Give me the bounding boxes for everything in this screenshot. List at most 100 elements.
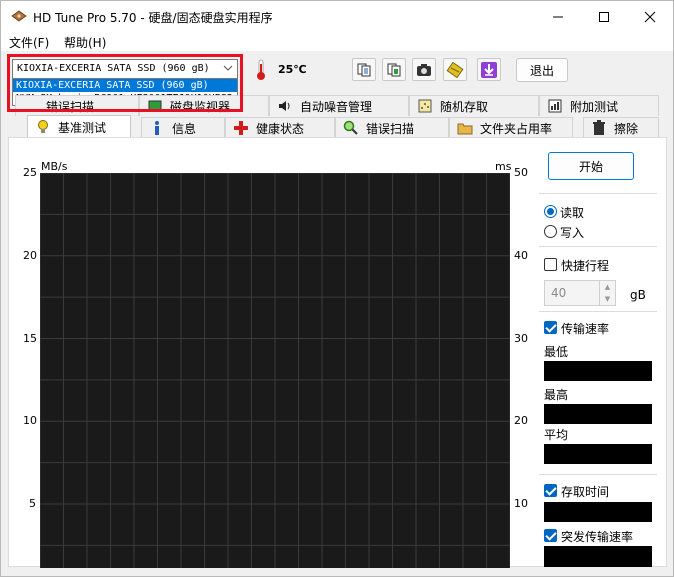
tab-random-access[interactable]: 随机存取 (409, 95, 539, 116)
close-icon (644, 11, 656, 22)
drive-select[interactable]: KIOXIA-EXCERIA SATA SSD (960 gB) (12, 59, 238, 79)
chevron-up-icon[interactable]: ▲ (600, 281, 615, 293)
chevron-down-icon[interactable]: ▼ (600, 293, 615, 305)
extra-tests-icon (546, 98, 564, 114)
min-value-box (544, 361, 652, 381)
burst-rate-checkbox[interactable] (544, 529, 557, 542)
transfer-rate-checkbox[interactable] (544, 321, 557, 334)
tab-label: 基准测试 (58, 120, 107, 135)
start-button[interactable]: 开始 (548, 152, 634, 180)
tab-label: 自动噪音管理 (300, 99, 373, 114)
info-icon (148, 120, 166, 136)
lightbulb-icon (34, 119, 52, 135)
left-tick-label: 15 (23, 331, 37, 345)
menu-file[interactable]: 文件(F) (9, 34, 49, 51)
drive-select-value: KIOXIA-EXCERIA SATA SSD (960 gB) (17, 63, 210, 74)
right-tick-label: 50 (514, 166, 528, 179)
hardware-icon (446, 61, 464, 78)
hardware-button[interactable] (443, 58, 467, 81)
camera-icon (417, 63, 431, 76)
app-icon (11, 10, 27, 22)
burst-rate-label: 突发传输速率 (561, 530, 634, 544)
left-tick-label: 20 (23, 248, 37, 262)
health-cross-icon (232, 120, 250, 136)
avg-label: 平均 (544, 428, 569, 442)
temperature-readout: 25℃ (278, 63, 307, 76)
title-bar: HD Tune Pro 5.70 - 硬盘/固态硬盘实用程序 (1, 1, 673, 32)
divider (539, 246, 657, 247)
access-time-label: 存取时间 (561, 485, 610, 499)
right-tick-label: 30 (514, 331, 528, 345)
download-icon (481, 61, 497, 78)
maximize-icon (599, 11, 609, 22)
left-tick-label: 25 (23, 166, 37, 179)
quick-run-checkbox[interactable] (544, 258, 557, 271)
left-axis-unit: MB/s (41, 160, 68, 173)
save-button[interactable] (477, 58, 501, 81)
drive-option-kioxia[interactable]: KIOXIA-EXCERIA SATA SSD (960 gB) (13, 79, 237, 92)
tab-label: 磁盘监视器 (170, 99, 231, 114)
access-time-checkbox[interactable] (544, 484, 557, 497)
tab-health[interactable]: 健康状态 (225, 117, 335, 138)
copy-text-icon (357, 63, 371, 76)
trash-icon (590, 120, 608, 136)
divider (539, 193, 657, 194)
tab-error-scan-back[interactable]: 错误扫描 (15, 95, 139, 116)
right-tick-label: 10 (514, 497, 528, 510)
random-access-icon (416, 98, 434, 114)
screenshot-button[interactable] (412, 58, 436, 81)
tab-label: 信息 (172, 121, 197, 136)
access-time-value-box (544, 502, 652, 522)
quick-run-label: 快捷行程 (561, 259, 610, 273)
minimize-icon (553, 16, 563, 17)
exit-button[interactable]: 退出 (516, 58, 568, 82)
copy-image-icon (387, 63, 401, 76)
left-tick-label: 5 (29, 497, 36, 510)
max-label: 最高 (544, 388, 569, 402)
tab-extra-tests[interactable]: 附加测试 (539, 95, 659, 116)
right-axis-unit: ms (495, 160, 512, 173)
copy-text-button[interactable] (352, 58, 376, 81)
tab-label: 文件夹占用率 (480, 121, 553, 136)
min-label: 最低 (544, 345, 569, 359)
minimize-button[interactable] (535, 1, 581, 32)
maximize-button[interactable] (581, 1, 627, 32)
tab-label: 健康状态 (256, 121, 305, 136)
tab-label: 附加测试 (570, 99, 619, 114)
benchmark-chart (40, 173, 510, 568)
folder-icon (456, 120, 474, 136)
quick-run-value: 40 (551, 286, 567, 300)
thermometer-icon (257, 59, 265, 80)
quick-run-unit: gB (630, 288, 646, 302)
avg-value-box (544, 444, 652, 464)
right-tick-label: 20 (514, 414, 528, 428)
monitor-icon (146, 98, 164, 114)
tab-disk-monitor[interactable]: 磁盘监视器 (139, 95, 269, 116)
stepper-buttons[interactable]: ▲ ▼ (599, 281, 615, 305)
tab-error-scan[interactable]: 错误扫描 (335, 117, 449, 138)
tab-aam[interactable]: 自动噪音管理 (269, 95, 409, 116)
write-radio[interactable] (544, 225, 557, 238)
read-label: 读取 (560, 206, 585, 220)
chevron-down-icon (223, 65, 233, 71)
window-title: HD Tune Pro 5.70 - 硬盘/固态硬盘实用程序 (33, 11, 273, 25)
max-value-box (544, 404, 652, 424)
tab-erase[interactable]: 擦除 (583, 117, 659, 138)
tab-label: 错误扫描 (46, 99, 95, 114)
speaker-icon (276, 98, 294, 114)
magnifier-icon (342, 120, 360, 136)
divider (539, 311, 657, 312)
burst-rate-value-box (544, 546, 652, 567)
tab-benchmark[interactable]: 基准测试 (27, 115, 131, 138)
close-button[interactable] (627, 1, 673, 32)
copy-image-button[interactable] (382, 58, 406, 81)
menu-help[interactable]: 帮助(H) (64, 34, 106, 51)
read-radio[interactable] (544, 205, 557, 218)
right-tick-label: 40 (514, 248, 528, 262)
tab-folder-usage[interactable]: 文件夹占用率 (449, 117, 573, 138)
quick-run-stepper[interactable]: 40 ▲ ▼ (544, 280, 616, 306)
left-tick-label: 10 (23, 414, 37, 428)
app-window: HD Tune Pro 5.70 - 硬盘/固态硬盘实用程序 文件(F) 帮助(… (0, 0, 674, 577)
tab-info[interactable]: 信息 (141, 117, 225, 138)
menu-bar: 文件(F) 帮助(H) (1, 32, 673, 51)
